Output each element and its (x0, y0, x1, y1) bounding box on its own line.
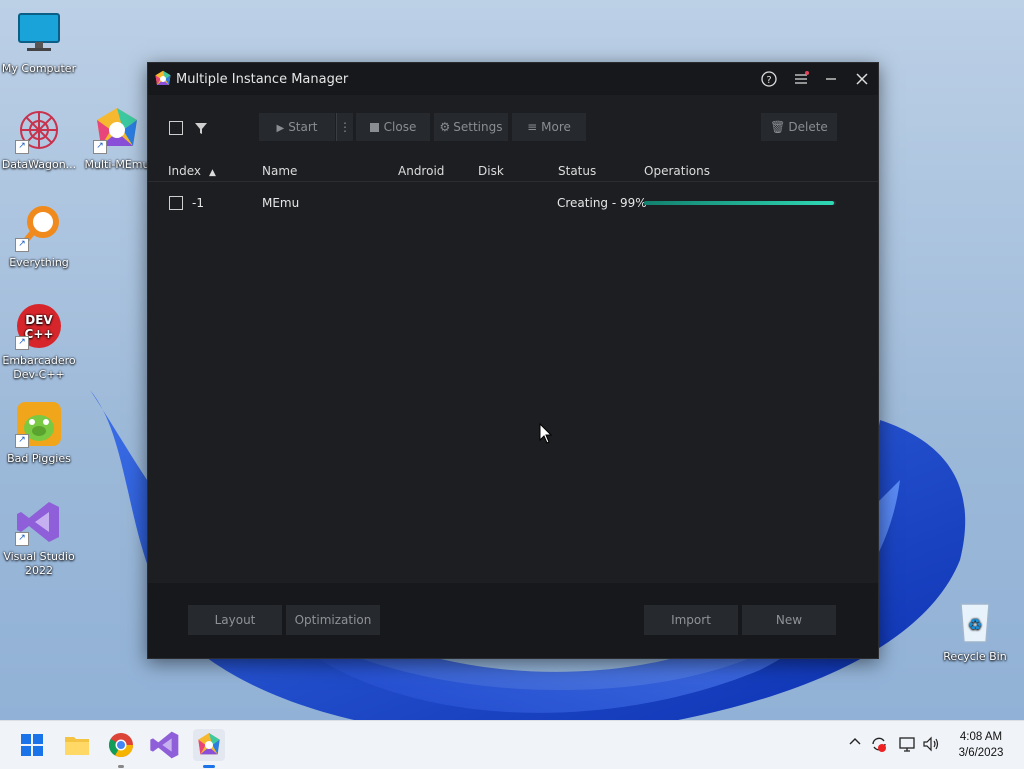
window-title: Multiple Instance Manager (176, 72, 349, 87)
import-button[interactable]: Import (644, 605, 738, 635)
more-button[interactable]: ≡ More (512, 113, 586, 141)
desktop-icon-label: DataWagon... (1, 158, 77, 171)
app-logo-icon (154, 70, 172, 88)
desktop-icon-multi-memu[interactable]: ↗ Multi-MEmu (78, 106, 156, 172)
desktop-icon-label: My Computer (1, 62, 77, 75)
sort-ascending-icon: ▲ (209, 168, 216, 178)
stop-icon (369, 123, 379, 132)
visual-studio-icon: ↗ (15, 498, 63, 546)
row-status: Creating - 99% (557, 196, 647, 210)
more-vertical-icon: ⋮ (339, 120, 351, 134)
help-icon[interactable]: ? (756, 67, 782, 91)
visual-studio-taskbar-icon[interactable] (149, 729, 181, 761)
shortcut-arrow-icon: ↗ (15, 238, 29, 252)
magnifier-icon: ↗ (15, 204, 63, 252)
desktop-icon-label: Recycle Bin (943, 650, 1007, 663)
creation-progress-bar (644, 201, 836, 205)
desktop-icon-datawagon[interactable]: ↗ DataWagon... (0, 106, 78, 172)
desktop-icon-devcpp[interactable]: DEV C++ ↗ Embarcadero Dev-C++ (0, 302, 78, 382)
column-index[interactable]: Index ▲ (168, 164, 216, 178)
gear-icon: ⚙ (439, 120, 451, 134)
row-name: MEmu (262, 196, 300, 210)
shortcut-arrow-icon: ↗ (15, 532, 29, 546)
row-index: -1 (192, 196, 204, 210)
desktop-icon-label: Multi-MEmu (84, 158, 150, 171)
shortcut-arrow-icon: ↗ (93, 140, 107, 154)
monitor-icon (15, 10, 63, 58)
desktop-icon-label: Embarcadero Dev-C++ (2, 354, 76, 381)
taskbar: 4:08 AM 3/6/2023 (0, 720, 1024, 769)
column-status: Status (558, 164, 597, 178)
column-android: Android (398, 164, 445, 178)
network-icon[interactable] (898, 735, 916, 757)
shortcut-arrow-icon: ↗ (15, 336, 29, 350)
optimization-button[interactable]: Optimization (286, 605, 380, 635)
select-all-checkbox[interactable] (169, 121, 183, 135)
title-bar[interactable]: Multiple Instance Manager ? (148, 63, 878, 95)
filter-icon[interactable] (194, 120, 208, 134)
datawagon-icon: ↗ (15, 106, 63, 154)
close-instance-button[interactable]: Close (356, 113, 430, 141)
desktop-icon-everything[interactable]: ↗ Everything (0, 204, 78, 270)
desktop-icon-label: Visual Studio 2022 (3, 550, 75, 577)
toolbar: ▶ Start ⋮ Close ⚙ Settings ≡ More 🗑 Delete (148, 95, 878, 159)
taskbar-clock[interactable]: 4:08 AM 3/6/2023 (948, 729, 1014, 761)
desktop-icon-label: Everything (9, 256, 69, 269)
show-hidden-icons-icon[interactable] (848, 735, 862, 753)
layout-button[interactable]: Layout (188, 605, 282, 635)
row-checkbox[interactable] (169, 196, 183, 210)
column-name: Name (262, 164, 298, 178)
chrome-icon[interactable] (105, 729, 137, 768)
desktop-icon-label: Bad Piggies (7, 452, 71, 465)
svg-text:DEV: DEV (25, 313, 53, 327)
desktop-icon-bad-piggies[interactable]: ↗ Bad Piggies (0, 400, 78, 466)
column-operations: Operations (644, 164, 710, 178)
start-menu-icon[interactable] (16, 729, 48, 761)
desktop-icon-visual-studio[interactable]: ↗ Visual Studio 2022 (0, 498, 78, 578)
file-explorer-icon[interactable] (61, 729, 93, 761)
start-options-button[interactable]: ⋮ (336, 113, 353, 141)
svg-text:?: ? (766, 75, 771, 86)
shortcut-arrow-icon: ↗ (15, 434, 29, 448)
multi-memu-icon: ↗ (93, 106, 141, 154)
desktop-icon-my-computer[interactable]: My Computer (0, 10, 78, 76)
play-icon: ▶ (276, 123, 285, 134)
multi-memu-taskbar-icon[interactable] (193, 729, 225, 768)
trash-icon: 🗑 (770, 120, 786, 134)
bad-piggies-icon: ↗ (15, 400, 63, 448)
volume-icon[interactable] (922, 735, 940, 757)
minimize-icon[interactable] (818, 67, 844, 91)
table-header: Index ▲ Name Android Disk Status Operatio… (148, 159, 878, 182)
devcpp-icon: DEV C++ ↗ (15, 302, 63, 350)
svg-text:♻: ♻ (968, 615, 982, 634)
shortcut-arrow-icon: ↗ (15, 140, 29, 154)
new-button[interactable]: New (742, 605, 836, 635)
delete-button[interactable]: 🗑 Delete (761, 113, 837, 141)
multi-instance-manager-window: Multiple Instance Manager ? ▶ Start ⋮ Clo… (147, 62, 879, 659)
close-icon[interactable] (849, 67, 875, 91)
column-disk: Disk (478, 164, 504, 178)
footer-bar: Layout Optimization Import New (148, 583, 878, 658)
list-icon: ≡ (527, 120, 538, 134)
clock-date: 3/6/2023 (958, 747, 1004, 759)
start-button[interactable]: ▶ Start (259, 113, 335, 141)
table-row[interactable]: -1 MEmu Creating - 99% (148, 191, 878, 215)
menu-icon[interactable] (788, 67, 814, 91)
clock-time: 4:08 AM (959, 731, 1003, 743)
desktop-icon-recycle-bin[interactable]: ♻ Recycle Bin (936, 598, 1014, 664)
mouse-cursor-icon (539, 423, 553, 444)
recycle-bin-icon: ♻ (951, 598, 999, 646)
progress-fill (644, 201, 835, 205)
sync-icon[interactable] (870, 735, 888, 757)
settings-button[interactable]: ⚙ Settings (434, 113, 508, 141)
